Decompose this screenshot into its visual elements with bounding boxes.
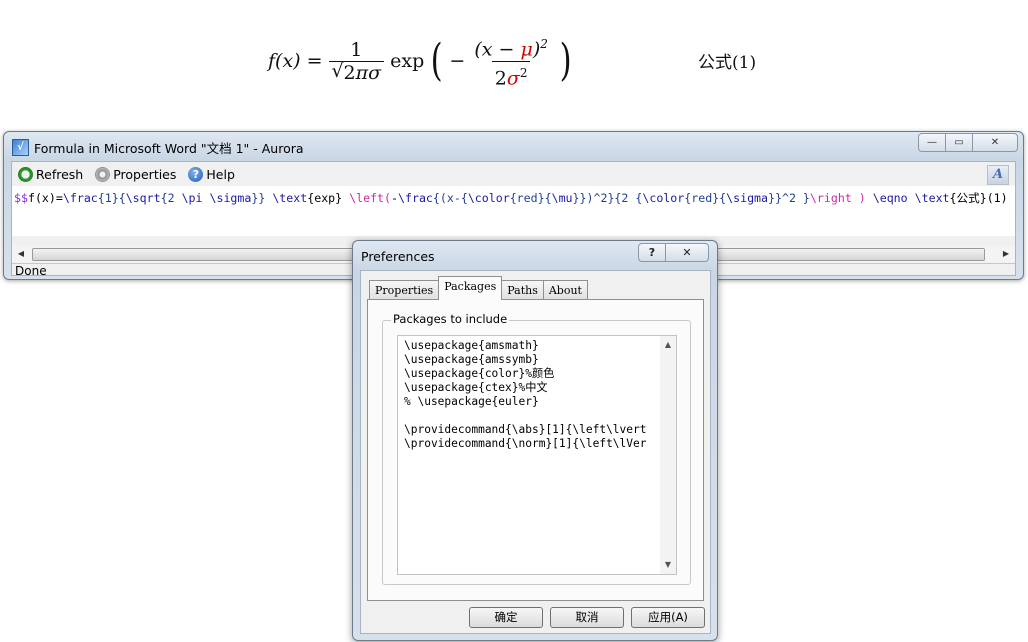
latex-editor[interactable]: $$f(x)=\frac{1}{\sqrt{2 \pi \sigma}} \te… [12,186,1015,236]
close-button[interactable]: ✕ [972,133,1018,152]
formula-exp: exp [390,50,425,72]
apply-button[interactable]: 应用(A) [631,607,705,628]
vertical-scrollbar[interactable]: ▲ ▼ [660,336,676,574]
properties-button[interactable]: Properties [95,166,177,182]
help-label: Help [206,166,235,182]
dialog-client: Properties Packages Paths About Packages… [360,270,711,634]
caption-buttons: — ▭ ✕ [918,133,1018,152]
tab-properties[interactable]: Properties [369,280,440,300]
dialog-caption-buttons: ? ✕ [638,243,709,262]
tab-packages[interactable]: Packages [438,276,503,300]
refresh-icon [18,166,33,182]
scroll-right-icon[interactable]: ▶ [1000,248,1012,260]
packages-group-label: Packages to include [391,312,510,326]
formula-minus: − [449,50,466,72]
maximize-button[interactable]: ▭ [945,133,973,152]
packages-text: \usepackage{amsmath} \usepackage{amssymb… [404,339,647,450]
formula-sqrt: 2πσ [332,60,382,84]
refresh-label: Refresh [36,166,84,182]
help-button[interactable]: ? Help [188,166,235,182]
scroll-down-icon[interactable]: ▼ [662,559,674,571]
formula-left-paren: ( [430,35,443,86]
help-icon: ? [188,166,204,182]
tab-paths[interactable]: Paths [501,280,544,300]
preferences-dialog: Preferences ? ✕ Properties Packages Path… [352,240,718,641]
formula-denominator: 2πσ [328,60,385,84]
formula-numerator: 1 [350,38,363,61]
title-bar[interactable]: √ Formula in Microsoft Word "文档 1" - Aur… [4,132,1023,160]
ok-button[interactable]: 确定 [469,607,543,628]
gear-icon [95,166,111,182]
formula-lhs: f(x) = [268,50,323,72]
formula-mu: μ [520,38,533,61]
tab-about[interactable]: About [542,280,588,300]
formula-right-paren: ) [559,35,572,86]
latex-code-line: $$f(x)=\frac{1}{\sqrt{2 \pi \sigma}} \te… [14,191,1008,205]
formula-fraction: 1 2πσ [328,38,385,84]
formula-sigma: σ [506,66,520,89]
packages-groupbox: Packages to include \usepackage{amsmath}… [382,312,691,585]
scroll-up-icon[interactable]: ▲ [662,339,674,351]
cancel-button[interactable]: 取消 [550,607,624,628]
formula-inner-fraction: (x − μ)2 2σ2 [474,37,548,89]
dialog-help-button[interactable]: ? [638,243,666,262]
toolbar: Refresh Properties ? Help A [12,162,1015,186]
packages-panel: Packages to include \usepackage{amsmath}… [367,299,704,601]
font-button[interactable]: A [987,165,1009,185]
scroll-left-icon[interactable]: ◀ [15,248,27,260]
equation-number: 公式(1) [698,53,757,73]
refresh-button[interactable]: Refresh [18,166,84,182]
properties-label: Properties [113,166,177,182]
dialog-button-row: 确定 取消 应用(A) [361,607,710,629]
rendered-formula: f(x) = 1 2πσ exp ( − (x − μ)2 2σ2 ) [268,34,574,89]
minimize-button[interactable]: — [918,133,946,152]
dialog-close-button[interactable]: ✕ [665,243,709,262]
window-title: Formula in Microsoft Word "文档 1" - Auror… [34,141,304,156]
aurora-app-icon: √ [12,139,29,156]
tab-strip: Properties Packages Paths About [369,276,588,300]
dialog-title: Preferences [361,249,435,264]
packages-textarea[interactable]: \usepackage{amsmath} \usepackage{amssymb… [397,335,677,575]
